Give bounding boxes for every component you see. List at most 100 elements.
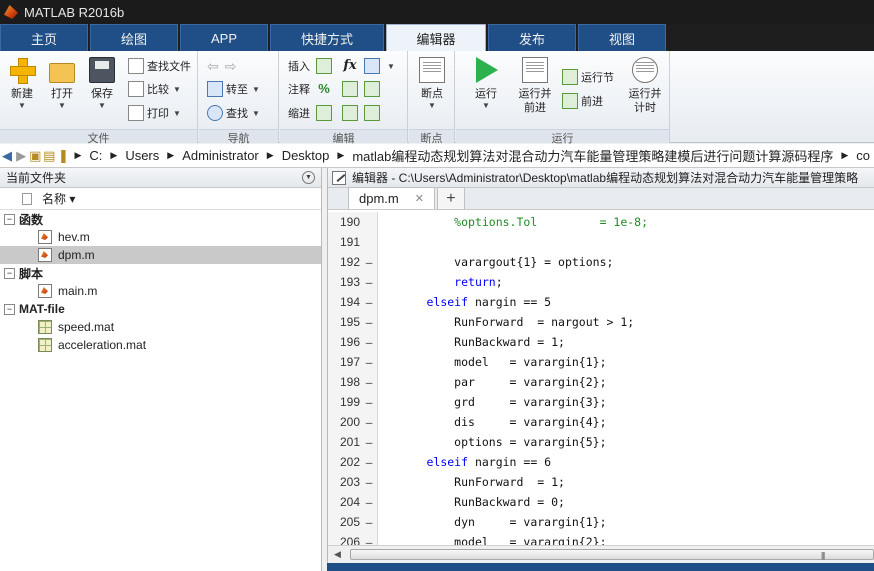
breakpoint-marker[interactable]: — [360,396,378,409]
breakpoint-marker[interactable]: — [360,336,378,349]
breakpoint-marker[interactable]: — [360,316,378,329]
breakpoint-marker[interactable]: — [360,276,378,289]
code-line[interactable]: 190 %options.Tol = 1e-8; [328,212,874,232]
collapse-toggle-icon[interactable]: − [4,213,15,225]
new-tab-button[interactable]: + [436,187,465,209]
breakpoint-marker[interactable]: — [360,476,378,489]
tab-plots[interactable]: 绘图 [90,24,178,51]
code-line[interactable]: 192— varargout{1} = options; [328,252,874,272]
wrap-comments-button[interactable] [342,79,361,99]
up-folder-icon[interactable]: ▣ [28,148,42,164]
code-token: model = varargin{1}; [454,355,607,369]
advance-button[interactable]: 前进 [562,91,603,111]
path-crumb-subfolder[interactable]: co [856,148,870,163]
open-button[interactable]: 打开 ▼ [42,57,82,111]
collapse-toggle-icon[interactable]: − [4,303,15,315]
breakpoint-marker[interactable]: — [360,436,378,449]
line-number: 206 [339,535,360,545]
file-item[interactable]: speed.mat [0,318,321,336]
path-crumb-project[interactable]: matlab编程动态规划算法对混合动力汽车能量管理策略建模后进行问题计算源码程序 [352,146,833,165]
code-line[interactable]: 199— grd = varargin{3}; [328,392,874,412]
run-section-button[interactable]: 运行节 [562,67,614,87]
breakpoint-marker[interactable]: — [360,516,378,529]
code-line[interactable]: 201— options = varargin{5}; [328,432,874,452]
goto-button[interactable]: 转至 ▼ [207,79,260,99]
print-button[interactable]: 打印 ▼ [128,103,181,123]
path-crumb-users[interactable]: Users [125,148,159,163]
compare-button[interactable]: 比较 ▼ [128,79,181,99]
run-and-time-button[interactable]: 运行并 计时 [624,57,666,115]
chevron-down-icon: ▼ [428,101,436,110]
insert-text-button[interactable]: ▼ [364,56,395,76]
tab-view[interactable]: 视图 [578,24,666,51]
indent-button[interactable]: 缩进 [288,103,335,123]
breakpoint-marker[interactable]: — [360,356,378,369]
find-button[interactable]: 查找 ▼ [207,103,260,123]
breakpoint-marker[interactable]: — [360,496,378,509]
path-crumb-desktop[interactable]: Desktop [282,148,330,163]
scroll-left-icon[interactable]: ◀ [334,549,341,560]
scrollbar-thumb[interactable]: ||| [350,549,874,560]
collapse-toggle-icon[interactable]: − [4,267,15,279]
code-line[interactable]: 195— RunForward = nargout > 1; [328,312,874,332]
panel-actions-icon[interactable]: ▼ [302,171,315,184]
forward-arrow-icon[interactable]: ▶ [14,148,28,164]
tab-editor[interactable]: 编辑器 [386,24,486,51]
uncomment-button[interactable] [364,79,383,99]
insert-button[interactable]: 插入 [288,56,335,76]
code-line[interactable]: 197— model = varargin{1}; [328,352,874,372]
path-crumb-c[interactable]: C: [89,148,102,163]
tree-group[interactable]: − MAT-file [0,300,321,318]
breakpoint-marker[interactable]: — [360,456,378,469]
new-button[interactable]: 新建 ▼ [2,57,42,111]
code-line[interactable]: 206— model = varargin{2}; [328,532,874,545]
decrease-indent-button[interactable] [364,103,383,123]
new-plus-icon [9,57,36,84]
tab-publish[interactable]: 发布 [488,24,576,51]
file-item[interactable]: main.m [0,282,321,300]
run-button[interactable]: 运行 ▼ [466,57,506,111]
tab-apps[interactable]: APP [180,24,268,51]
close-icon[interactable]: ✕ [415,192,424,205]
horizontal-scrollbar[interactable]: ◀ ||| [328,545,874,563]
tab-shortcuts[interactable]: 快捷方式 [270,24,384,51]
file-item[interactable]: acceleration.mat [0,336,321,354]
increase-indent-button[interactable] [342,103,361,123]
code-text: varargout{1} = options; [378,255,613,269]
code-line[interactable]: 191 [328,232,874,252]
nav-back-forward[interactable]: ⇦ ⇨ [207,56,236,76]
editor-tab-dpm[interactable]: dpm.m ✕ [348,187,435,209]
breakpoint-marker[interactable]: — [360,536,378,546]
tab-home[interactable]: 主页 [0,24,88,51]
browse-folder-icon[interactable]: ▤ [42,148,56,164]
file-item[interactable]: hev.m [0,228,321,246]
code-line[interactable]: 203— RunForward = 1; [328,472,874,492]
breakpoint-marker[interactable]: — [360,256,378,269]
path-separator-icon: ▶ [167,150,175,160]
breakpoint-marker[interactable]: — [360,376,378,389]
code-line[interactable]: 196— RunBackward = 1; [328,332,874,352]
code-line[interactable]: 194— elseif nargin == 5 [328,292,874,312]
run-and-advance-button[interactable]: 运行并 前进 [514,57,556,115]
decrease-indent-icon [364,105,380,121]
code-line[interactable]: 193— return; [328,272,874,292]
save-button[interactable]: 保存 ▼ [82,57,122,111]
code-line[interactable]: 198— par = varargin{2}; [328,372,874,392]
code-line[interactable]: 204— RunBackward = 0; [328,492,874,512]
back-arrow-icon[interactable]: ◀ [0,148,14,164]
code-line[interactable]: 205— dyn = varargin{1}; [328,512,874,532]
file-item[interactable]: dpm.m [0,246,321,264]
code-area[interactable]: 190 %options.Tol = 1e-8; 191 192— varargo… [328,212,874,545]
find-files-button[interactable]: 查找文件 [128,56,191,76]
insert-function-button[interactable]: fx [342,56,361,76]
tree-group[interactable]: − 脚本 [0,264,321,282]
comment-button[interactable]: 注释 % [288,79,335,99]
tree-group[interactable]: − 函数 [0,210,321,228]
code-line[interactable]: 202— elseif nargin == 6 [328,452,874,472]
breakpoints-button[interactable]: 断点 ▼ [412,57,452,111]
breakpoint-marker[interactable]: — [360,296,378,309]
path-crumb-administrator[interactable]: Administrator [182,148,259,163]
code-line[interactable]: 200— dis = varargin{4}; [328,412,874,432]
name-column-header[interactable]: 名称 ▾ [0,188,321,210]
breakpoint-marker[interactable]: — [360,416,378,429]
